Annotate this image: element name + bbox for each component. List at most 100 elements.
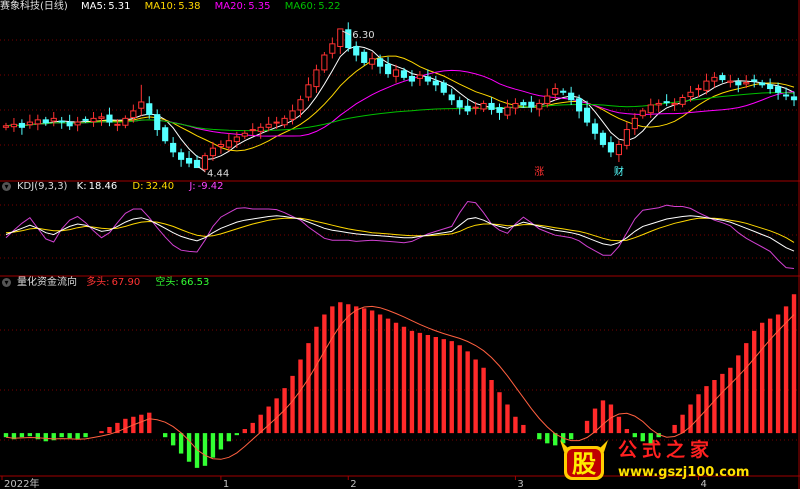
candle-body (599, 132, 607, 145)
candle (767, 78, 774, 94)
candle-body (273, 121, 280, 124)
candle (369, 52, 376, 70)
candle (154, 109, 161, 136)
candle (496, 103, 503, 120)
watermark-glyph: 股 (572, 450, 596, 478)
candle (568, 86, 575, 105)
candle-body (583, 107, 591, 123)
candle (138, 84, 145, 116)
candle (591, 118, 599, 140)
ma10-item: MA10: 5.38 (145, 1, 207, 12)
candle-body (98, 116, 105, 119)
candle-body (671, 102, 678, 106)
candle (241, 130, 248, 140)
ma-lines (5, 45, 795, 161)
candle-body (639, 110, 646, 117)
candle-body (647, 104, 654, 114)
candle-body (751, 79, 758, 82)
ma-line (5, 45, 795, 161)
candle-body (615, 143, 622, 156)
candle-body (711, 76, 718, 82)
candles (2, 22, 798, 173)
candle-body (353, 46, 360, 56)
candle-body (74, 121, 81, 126)
candle (321, 52, 328, 73)
candle-body (233, 136, 240, 143)
flow-short-value: 66.53 (180, 277, 210, 288)
candle-body (703, 80, 710, 91)
kdj-j: J: -9.42 (189, 181, 229, 192)
kdj-d: D: 32.40 (132, 181, 180, 192)
candle (185, 151, 193, 168)
chevron-down-icon[interactable]: ▾ (2, 181, 11, 191)
candle (599, 130, 607, 148)
candle (2, 122, 10, 131)
candle-body (193, 159, 201, 169)
candle (536, 99, 543, 117)
candle-body (82, 118, 89, 121)
x-tick-label: 3 (517, 479, 523, 489)
ma5-value: 5.31 (108, 1, 131, 12)
ma20-item: MA20: 5.35 (215, 1, 277, 12)
candle (432, 75, 439, 92)
candle-body (512, 102, 519, 109)
ma5-item: MA5: 5.31 (81, 1, 136, 12)
candle (695, 84, 702, 98)
flow-short-label: 空头: (155, 277, 179, 288)
candle (480, 100, 487, 112)
candle (345, 22, 352, 52)
candle-body (178, 152, 185, 160)
ma60-item: MA60: 5.22 (285, 1, 347, 12)
candle-body (265, 123, 272, 128)
candle-body (480, 102, 487, 110)
candle-body (281, 117, 288, 126)
candle-body (185, 157, 193, 164)
candle-body (782, 94, 790, 97)
chart-canvas[interactable]: 6.304.44 涨财2022年 1 2 3 4 (0, 0, 800, 489)
candle-body (337, 28, 344, 48)
candle-body (66, 121, 73, 127)
kdj-k: K: 18.46 (77, 181, 124, 192)
kdj-j-value: -9.42 (197, 181, 224, 192)
candle-body (154, 114, 161, 131)
candle-body (42, 119, 49, 124)
candle-body (496, 107, 503, 113)
candle-body (408, 75, 416, 82)
watermark-brand: 公式之家 (618, 438, 714, 461)
candle-body (544, 95, 551, 104)
kdj-j-label: J: (189, 181, 196, 192)
candle-body (106, 114, 113, 123)
candle (512, 98, 519, 115)
candle (384, 56, 392, 78)
kdj-k-value: 18.46 (88, 181, 118, 192)
candle (42, 116, 49, 126)
stock-title: 赛象科技(日线) (0, 1, 68, 12)
candle-body (289, 110, 296, 120)
candle-body (472, 106, 479, 109)
candle (90, 112, 97, 127)
low-price-label: 4.44 (207, 169, 229, 180)
candle-body (58, 120, 65, 123)
candle (313, 64, 320, 93)
candle-body (130, 110, 137, 118)
candle-body (10, 123, 18, 128)
candle-body (90, 117, 97, 123)
candle-body (34, 119, 41, 125)
candle (456, 96, 463, 115)
candle-body (257, 126, 264, 132)
candle (647, 98, 654, 118)
candle-body (759, 82, 766, 86)
candle (353, 41, 360, 62)
chevron-down-icon[interactable]: ▾ (2, 277, 11, 287)
candle-body (687, 91, 694, 98)
candle (34, 114, 41, 131)
candle (106, 107, 113, 127)
kdj-d-value: 32.40 (145, 181, 175, 192)
candle (10, 117, 18, 132)
candle-body (504, 106, 511, 116)
candle-body (790, 96, 798, 101)
main-header: 赛象科技(日线) MA5: 5.31 MA10: 5.38 MA20: 5.35 MA… (0, 0, 353, 14)
candle-body (775, 86, 782, 93)
x-tick-label: 2 (350, 479, 356, 489)
candle-body (560, 90, 567, 93)
